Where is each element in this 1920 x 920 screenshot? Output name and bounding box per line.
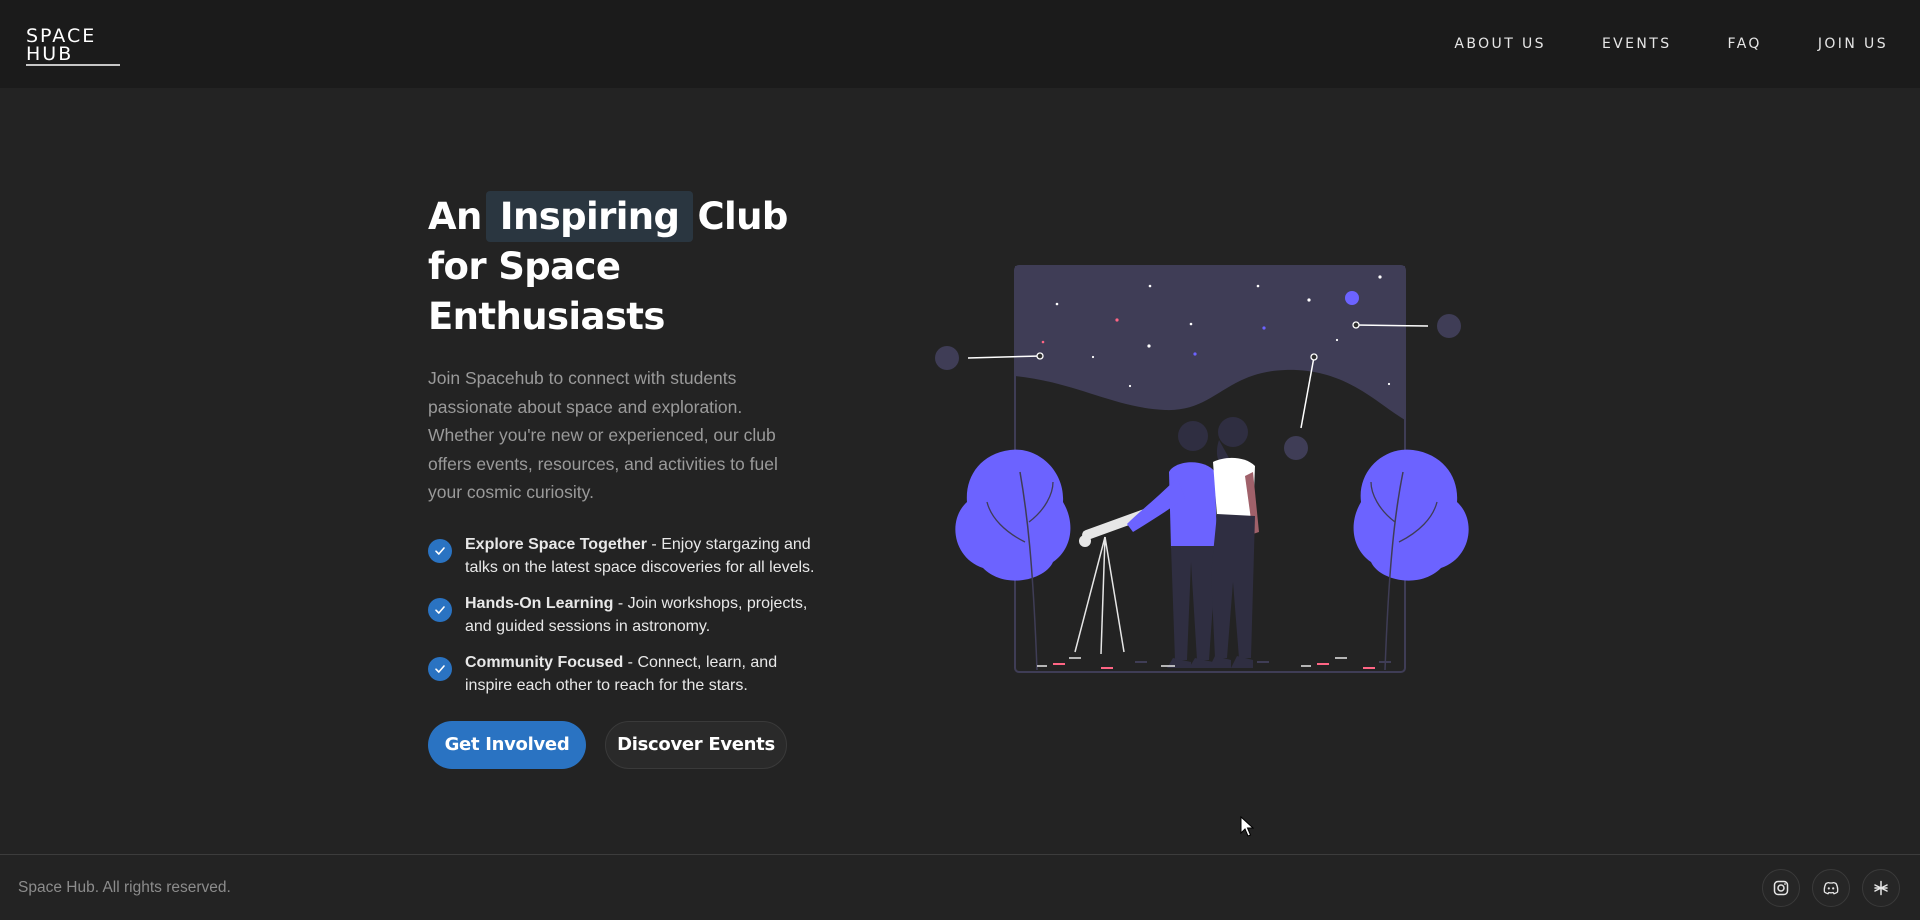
social-links xyxy=(1762,868,1900,907)
site-header: SPACE HUB ABOUT US EVENTS FAQ JOIN US xyxy=(0,0,1920,88)
stargazing-illustration xyxy=(935,265,1469,673)
hero-buttons: Get Involved Discover Events xyxy=(428,720,848,769)
get-involved-button[interactable]: Get Involved xyxy=(428,720,586,769)
hero-headline: An Inspiring Club for Space Enthusiasts xyxy=(428,191,848,342)
person-left xyxy=(1127,421,1217,668)
telescope xyxy=(1074,506,1158,655)
feature-title: Hands-On Learning xyxy=(465,594,614,612)
instagram-icon[interactable] xyxy=(1762,868,1800,907)
feature-item: Hands-On Learning - Join workshops, proj… xyxy=(428,592,848,638)
nav-faq[interactable]: FAQ xyxy=(1728,36,1762,52)
spacehub-logo[interactable]: SPACE HUB xyxy=(26,22,146,66)
feature-title: Explore Space Together xyxy=(465,535,647,553)
feature-text: Hands-On Learning - Join workshops, proj… xyxy=(465,592,825,638)
mouse-cursor-icon xyxy=(1240,816,1254,837)
headline-prefix: An xyxy=(428,195,482,238)
left-tree xyxy=(955,449,1071,671)
feature-title: Community Focused xyxy=(465,653,624,671)
site-footer: Space Hub. All rights reserved. xyxy=(0,854,1920,920)
svg-text:HUB: HUB xyxy=(26,43,73,65)
feature-item: Community Focused - Connect, learn, and … xyxy=(428,651,848,697)
right-tree xyxy=(1353,449,1469,671)
hero-intro: Join Spacehub to connect with students p… xyxy=(428,368,778,502)
feature-text: Community Focused - Connect, learn, and … xyxy=(465,651,825,697)
discord-icon[interactable] xyxy=(1812,868,1850,907)
headline-suffix: Club xyxy=(697,195,788,238)
main-nav: ABOUT US EVENTS FAQ JOIN US xyxy=(1398,36,1888,52)
check-icon xyxy=(428,597,452,622)
person-right xyxy=(1209,417,1259,668)
discover-events-button[interactable]: Discover Events xyxy=(605,720,787,769)
copyright-text: Space Hub. All rights reserved. xyxy=(18,878,231,896)
headline-highlight: Inspiring xyxy=(485,191,694,242)
linktree-icon[interactable] xyxy=(1862,868,1900,907)
headline-line2: for Space Enthusiasts xyxy=(428,245,665,338)
feature-list: Explore Space Together - Enjoy stargazin… xyxy=(428,533,848,697)
nav-join-us[interactable]: JOIN US xyxy=(1818,36,1888,52)
hero-section: An Inspiring Club for Space Enthusiasts Jo… xyxy=(428,191,848,769)
check-icon xyxy=(428,656,452,681)
nav-about-us[interactable]: ABOUT US xyxy=(1454,36,1546,52)
feature-text: Explore Space Together - Enjoy stargazin… xyxy=(465,533,825,579)
night-sky xyxy=(1015,266,1405,420)
check-icon xyxy=(428,538,452,563)
feature-item: Explore Space Together - Enjoy stargazin… xyxy=(428,533,848,579)
nav-events[interactable]: EVENTS xyxy=(1602,36,1672,52)
